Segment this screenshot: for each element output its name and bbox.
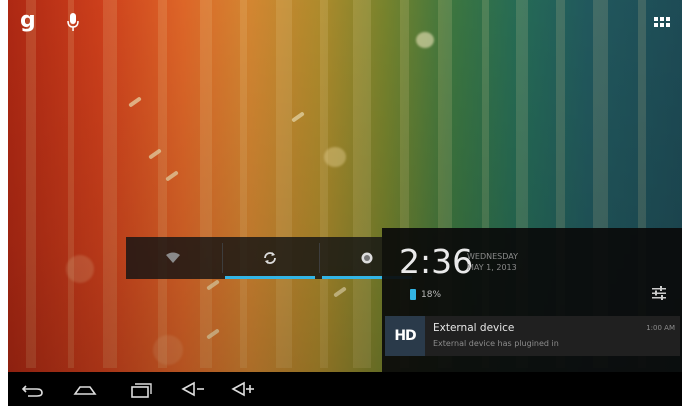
settings-sliders-icon[interactable] bbox=[651, 285, 667, 301]
notification-text: External device has plugined in bbox=[433, 339, 559, 348]
notification-title: External device bbox=[433, 322, 515, 334]
date-display: WEDNESDAY MAY 1, 2013 bbox=[467, 251, 518, 273]
wifi-icon bbox=[166, 252, 180, 263]
volume-down-button[interactable] bbox=[180, 378, 206, 400]
navigation-bar bbox=[8, 372, 682, 406]
quick-settings-strip bbox=[126, 237, 412, 279]
battery-percent: 18% bbox=[421, 289, 442, 300]
google-search-icon[interactable]: g bbox=[20, 8, 36, 33]
wifi-toggle[interactable] bbox=[126, 237, 220, 279]
volume-up-button[interactable] bbox=[230, 378, 256, 400]
back-button[interactable] bbox=[20, 378, 46, 400]
battery-status: 18% bbox=[410, 289, 441, 300]
home-screen: g 2:36 WEDNESDAY MAY 1, 2013 18% HD Exte… bbox=[8, 0, 682, 406]
notification-panel: 2:36 WEDNESDAY MAY 1, 2013 18% HD Extern… bbox=[382, 228, 682, 373]
recent-apps-icon bbox=[131, 383, 152, 398]
sync-icon bbox=[264, 252, 276, 264]
microphone-icon[interactable] bbox=[66, 12, 80, 34]
weekday-label: WEDNESDAY bbox=[467, 252, 518, 261]
brightness-icon bbox=[361, 252, 373, 264]
notification-item[interactable]: HD External device External device has p… bbox=[385, 316, 680, 356]
date-label: MAY 1, 2013 bbox=[467, 263, 517, 272]
home-button[interactable] bbox=[72, 378, 98, 400]
clock-time: 2:36 bbox=[399, 242, 474, 281]
home-icon bbox=[73, 386, 97, 395]
battery-icon bbox=[410, 289, 416, 300]
hd-device-icon: HD bbox=[385, 316, 425, 356]
volume-down-icon bbox=[181, 381, 204, 397]
notification-time: 1:00 AM bbox=[646, 324, 675, 332]
back-icon bbox=[21, 385, 43, 397]
recent-apps-button[interactable] bbox=[128, 378, 154, 400]
all-apps-icon[interactable] bbox=[654, 17, 670, 29]
sync-toggle[interactable] bbox=[223, 237, 317, 279]
volume-up-icon bbox=[231, 381, 254, 397]
